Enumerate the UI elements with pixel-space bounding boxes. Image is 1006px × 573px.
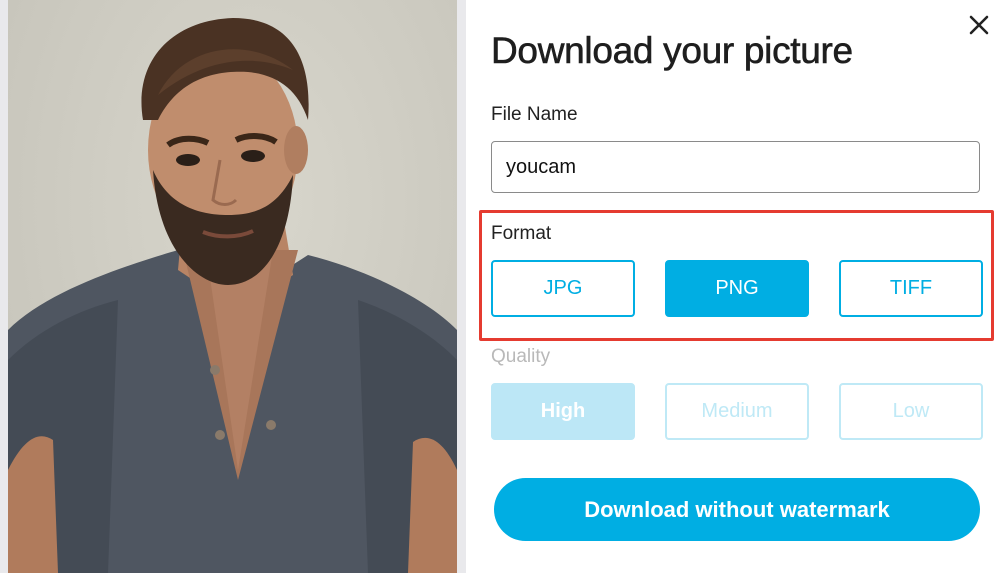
format-option-jpg[interactable]: JPG xyxy=(491,260,635,317)
quality-option-medium[interactable]: Medium xyxy=(665,383,809,440)
quality-option-low[interactable]: Low xyxy=(839,383,983,440)
file-name-input[interactable] xyxy=(491,141,980,193)
format-option-tiff[interactable]: TIFF xyxy=(839,260,983,317)
download-button[interactable]: Download without watermark xyxy=(494,478,980,541)
format-option-png[interactable]: PNG xyxy=(665,260,809,317)
generated-portrait-image xyxy=(8,0,457,573)
close-icon xyxy=(969,15,989,35)
file-name-label: File Name xyxy=(491,104,578,125)
quality-label: Quality xyxy=(491,346,551,367)
format-label: Format xyxy=(491,223,552,244)
quality-option-high[interactable]: High xyxy=(491,383,635,440)
download-dialog: Download your picture File Name Format J… xyxy=(466,0,1006,573)
dialog-title: Download your picture xyxy=(491,30,854,72)
close-button[interactable] xyxy=(966,12,992,38)
